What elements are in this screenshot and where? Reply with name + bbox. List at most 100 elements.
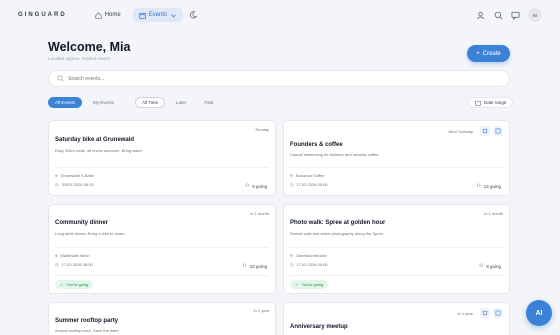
location-text: Grunewald S-Bahn xyxy=(60,173,95,178)
clock-icon: ◷ xyxy=(55,262,59,267)
date-range-button[interactable]: Date range xyxy=(468,97,514,108)
clock-icon: ◷ xyxy=(55,182,59,187)
top-bar: GINGUARD Home Events xyxy=(0,0,560,30)
datetime-text: 17.03.2026 09:00 xyxy=(296,182,328,187)
going-count: ⚇ 9 going xyxy=(245,183,267,189)
filter-later[interactable]: Later xyxy=(169,97,193,108)
event-location: ⚲ Oberbaumbrücke xyxy=(290,253,327,258)
search-input[interactable] xyxy=(68,75,468,82)
pin-icon: ⚲ xyxy=(290,253,293,258)
event-title: Community dinner xyxy=(55,220,109,226)
event-time: in 1 year xyxy=(457,311,473,316)
event-card[interactable]: Next Tuesday Founders & coffee Casual ne… xyxy=(283,120,510,196)
share-icon[interactable] xyxy=(493,126,503,136)
date-range-label: Date range xyxy=(484,100,507,105)
event-card[interactable]: in 1 month Photo walk: Spree at golden h… xyxy=(283,204,510,294)
chevron-down-icon xyxy=(171,14,176,17)
calendar-icon xyxy=(139,12,146,19)
going-count: ⚇ 14 going xyxy=(477,183,501,189)
filter-bar: All Events My Events All Time Later Past xyxy=(48,97,220,108)
filter-past[interactable]: Past xyxy=(197,97,220,108)
event-title: Saturday bike at Grunewald xyxy=(55,137,135,143)
event-description: Easy 30km route, all levels welcome. Bri… xyxy=(55,148,143,153)
datetime-text: 17.03.2026 08:00 xyxy=(61,262,93,267)
event-description: Casual networking for builders and secur… xyxy=(290,152,379,157)
going-text: 14 going xyxy=(483,183,501,189)
divider xyxy=(290,247,503,248)
divider xyxy=(55,247,269,248)
chat-icon[interactable] xyxy=(511,11,520,20)
create-button[interactable]: + Create xyxy=(467,45,510,62)
event-title: Photo walk: Spree at golden hour xyxy=(290,220,386,226)
search-icon xyxy=(57,75,64,82)
home-icon xyxy=(95,11,102,19)
create-label: Create xyxy=(482,50,501,57)
nav-home[interactable]: Home xyxy=(89,8,127,22)
search-icon[interactable] xyxy=(494,11,503,20)
nav-events-label: Events xyxy=(148,12,168,18)
check-icon: ✓ xyxy=(60,282,64,287)
event-time: in 1 month xyxy=(484,211,503,216)
location-text: Oberbaumbrücke xyxy=(295,253,327,258)
filter-all-time[interactable]: All Time xyxy=(135,97,166,108)
datetime-text: 17.03.2026 09:00 xyxy=(296,262,328,267)
person-icon: ⚇ xyxy=(476,183,481,188)
going-text: 22 going xyxy=(249,263,267,269)
person-icon: ⚇ xyxy=(479,263,484,268)
edit-icon[interactable] xyxy=(480,308,490,318)
ai-assistant-button[interactable]: AI xyxy=(526,300,552,326)
person-icon: ⚇ xyxy=(245,183,250,188)
user-avatar[interactable]: M xyxy=(528,8,542,22)
edit-icon[interactable] xyxy=(480,126,490,136)
event-card[interactable]: in 1 month Community dinner Long table d… xyxy=(48,204,276,294)
event-description: Annual rooftop bash. Save the date! xyxy=(55,328,119,333)
badge-text: You're going xyxy=(66,282,89,287)
location-text: Markthalle Neun xyxy=(60,253,90,258)
filter-all-events[interactable]: All Events xyxy=(48,97,83,108)
app-logo[interactable]: GINGUARD xyxy=(18,12,67,18)
page-title: Welcome, Mia xyxy=(48,40,131,54)
pin-icon: ● xyxy=(55,253,58,258)
check-icon: ✓ xyxy=(295,282,299,287)
divider xyxy=(55,167,269,168)
person-icon: ⚇ xyxy=(242,263,247,268)
going-status-badge[interactable]: ✓ You're going xyxy=(290,280,329,289)
event-location: ⚲ Bonanza Coffee xyxy=(290,173,325,178)
event-description: Long table dinner. Bring a dish to share… xyxy=(55,231,126,236)
nav-events[interactable]: Events xyxy=(132,8,184,22)
filter-my-events[interactable]: My Events xyxy=(86,97,121,108)
event-time: in 1 month xyxy=(250,211,269,216)
event-datetime: ◷ 17.03.2026 09:00 xyxy=(290,182,328,187)
location-text: Bonanza Coffee xyxy=(295,173,325,178)
location-subtitle: Located approx. Tucked viewer xyxy=(48,56,111,61)
pin-icon: ● xyxy=(55,173,58,178)
card-actions xyxy=(480,126,503,136)
event-card[interactable]: Sunday Saturday bike at Grunewald Easy 3… xyxy=(48,120,276,196)
event-datetime: ◷ 3/3/26 2026 08:15 xyxy=(55,182,94,187)
event-time: in 1 year xyxy=(253,308,269,313)
event-card[interactable]: in 1 year Anniversary meetup xyxy=(283,302,510,335)
people-icon[interactable] xyxy=(477,11,486,20)
share-icon[interactable] xyxy=(493,308,503,318)
event-title: Anniversary meetup xyxy=(290,324,348,330)
calendar-icon xyxy=(475,100,481,106)
clock-icon: ◷ xyxy=(290,262,294,267)
event-time: Next Tuesday xyxy=(448,129,473,134)
event-card[interactable]: in 1 year Summer rooftop party Annual ro… xyxy=(48,302,276,335)
top-actions: M xyxy=(477,8,542,22)
badge-text: You're going xyxy=(301,282,324,287)
going-status-badge[interactable]: ✓ You're going xyxy=(55,280,94,289)
event-title: Founders & coffee xyxy=(290,142,343,148)
pin-icon: ⚲ xyxy=(290,173,293,178)
nav-home-label: Home xyxy=(104,12,121,18)
plus-icon: + xyxy=(476,50,480,57)
moon-icon[interactable] xyxy=(189,11,198,19)
divider xyxy=(290,167,503,168)
event-datetime: ◷ 17.03.2026 08:00 xyxy=(55,262,93,267)
going-count: ⚇ 8 going xyxy=(479,263,501,269)
clock-icon: ◷ xyxy=(290,182,294,187)
divider xyxy=(290,275,503,276)
event-location: ● Grunewald S-Bahn xyxy=(55,173,94,178)
going-count: ⚇ 22 going xyxy=(243,263,267,269)
event-datetime: ◷ 17.03.2026 09:00 xyxy=(290,262,328,267)
